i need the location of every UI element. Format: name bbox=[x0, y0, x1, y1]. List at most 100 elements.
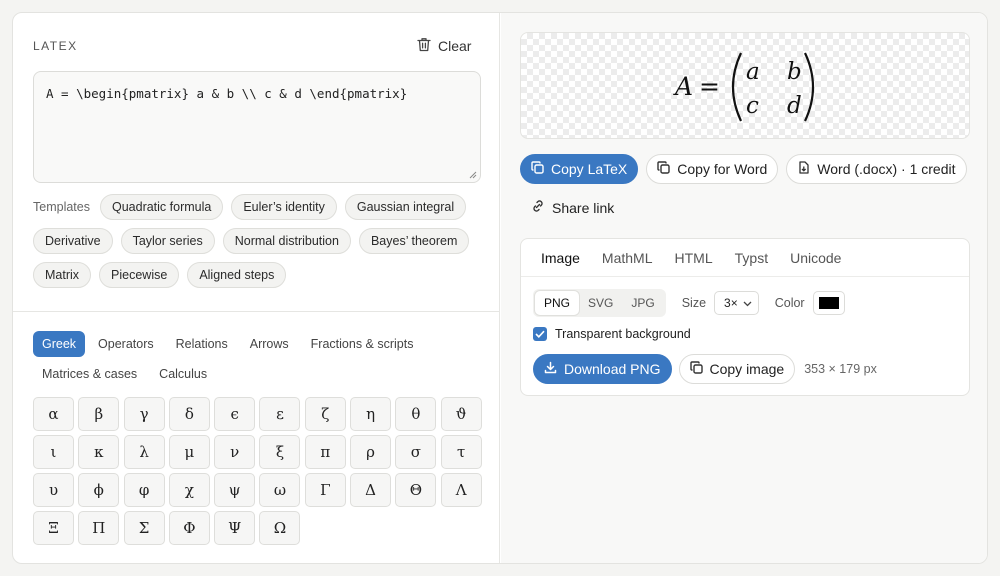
template-quadratic-formula[interactable]: Quadratic formula bbox=[99, 194, 224, 220]
category-tab-arrows[interactable]: Arrows bbox=[241, 331, 298, 357]
symbol-button[interactable]: δ bbox=[168, 397, 210, 431]
symbol-button[interactable]: ε bbox=[259, 397, 301, 431]
symbol-button[interactable]: Δ bbox=[350, 473, 392, 507]
symbol-button[interactable]: κ bbox=[78, 435, 120, 469]
category-tab-fractions-scripts[interactable]: Fractions & scripts bbox=[302, 331, 423, 357]
resize-grip-icon[interactable] bbox=[469, 171, 477, 179]
symbol-button[interactable]: χ bbox=[168, 473, 210, 507]
matrix-d: d bbox=[787, 93, 802, 119]
copy-latex-button[interactable]: Copy LaTeX bbox=[520, 154, 639, 184]
symbol-button[interactable]: Γ bbox=[304, 473, 346, 507]
tab-unicode[interactable]: Unicode bbox=[779, 239, 852, 276]
symbol-button[interactable]: γ bbox=[123, 397, 165, 431]
symbol-button[interactable]: ϑ bbox=[440, 397, 482, 431]
symbol-button[interactable]: Σ bbox=[123, 511, 165, 545]
copy-icon bbox=[531, 161, 544, 177]
symbol-button[interactable]: α bbox=[33, 397, 74, 431]
word-docx-button[interactable]: Word (.docx) · 1 credit bbox=[786, 154, 967, 184]
tab-image[interactable]: Image bbox=[530, 239, 591, 276]
copy-image-button[interactable]: Copy image bbox=[678, 354, 796, 384]
symbol-button[interactable]: μ bbox=[168, 435, 210, 469]
download-png-label: Download PNG bbox=[564, 361, 661, 377]
download-png-button[interactable]: Download PNG bbox=[533, 354, 672, 384]
section-divider bbox=[13, 311, 500, 312]
template-gaussian-integral[interactable]: Gaussian integral bbox=[344, 194, 467, 220]
category-tab-calculus[interactable]: Calculus bbox=[150, 361, 216, 387]
symbol-button[interactable]: τ bbox=[440, 435, 482, 469]
symbol-button[interactable]: Ξ bbox=[33, 511, 74, 545]
format-jpg[interactable]: JPG bbox=[622, 291, 663, 315]
color-picker[interactable] bbox=[812, 291, 845, 315]
symbol-button[interactable]: ζ bbox=[304, 397, 346, 431]
symbol-button[interactable]: Φ bbox=[168, 511, 210, 545]
template-matrix[interactable]: Matrix bbox=[33, 262, 92, 288]
format-selector: PNG SVG JPG bbox=[533, 289, 666, 317]
copy-icon bbox=[689, 361, 703, 377]
transparent-checkbox[interactable] bbox=[533, 327, 547, 341]
category-tab-relations[interactable]: Relations bbox=[167, 331, 237, 357]
template-eulers-identity[interactable]: Euler’s identity bbox=[231, 194, 337, 220]
latex-label: LATEX bbox=[33, 39, 78, 53]
copy-image-label: Copy image bbox=[709, 361, 785, 377]
size-value: 3× bbox=[724, 296, 738, 310]
symbol-button[interactable]: υ bbox=[33, 473, 74, 507]
copy-icon bbox=[657, 161, 670, 177]
share-link-button[interactable]: Share link bbox=[531, 199, 614, 216]
download-icon bbox=[544, 361, 557, 377]
category-tab-operators[interactable]: Operators bbox=[89, 331, 163, 357]
template-aligned-steps[interactable]: Aligned steps bbox=[187, 262, 287, 288]
symbol-button[interactable]: ψ bbox=[214, 473, 256, 507]
symbol-button[interactable]: ι bbox=[33, 435, 74, 469]
export-panel: Image MathML HTML Typst Unicode PNG SVG … bbox=[520, 238, 970, 396]
output-panel: A = a b c d Copy LaTeX Copy for Word Wor… bbox=[501, 13, 987, 563]
format-png[interactable]: PNG bbox=[535, 291, 580, 315]
symbol-button[interactable]: ϵ bbox=[214, 397, 256, 431]
symbol-button[interactable]: λ bbox=[123, 435, 165, 469]
action-buttons: Copy LaTeX Copy for Word Word (.docx) · … bbox=[520, 154, 967, 184]
category-tab-matrices-cases[interactable]: Matrices & cases bbox=[33, 361, 146, 387]
size-select[interactable]: 3× bbox=[714, 291, 759, 315]
equation-lhs: A bbox=[673, 72, 693, 101]
template-taylor-series[interactable]: Taylor series bbox=[120, 228, 215, 254]
template-normal-distribution[interactable]: Normal distribution bbox=[222, 228, 351, 254]
tab-typst[interactable]: Typst bbox=[724, 239, 779, 276]
template-derivative[interactable]: Derivative bbox=[33, 228, 113, 254]
color-swatch bbox=[818, 297, 839, 309]
left-paren bbox=[731, 52, 742, 122]
symbol-button[interactable]: ξ bbox=[259, 435, 301, 469]
trash-icon bbox=[417, 37, 431, 55]
symbol-button[interactable]: Λ bbox=[440, 473, 482, 507]
image-options: PNG SVG JPG Size 3× Color bbox=[533, 289, 845, 317]
symbol-button[interactable]: σ bbox=[395, 435, 437, 469]
symbol-button[interactable]: Π bbox=[78, 511, 120, 545]
clear-button[interactable]: Clear bbox=[417, 37, 471, 55]
symbol-button[interactable]: ω bbox=[259, 473, 301, 507]
template-piecewise[interactable]: Piecewise bbox=[99, 262, 180, 288]
matrix-a: a bbox=[746, 59, 760, 85]
category-tab-greek[interactable]: Greek bbox=[33, 331, 86, 357]
equation-equals: = bbox=[699, 72, 720, 101]
symbol-button[interactable]: η bbox=[350, 397, 392, 431]
template-bayes-theorem[interactable]: Bayes’ theorem bbox=[358, 228, 470, 254]
copy-for-word-button[interactable]: Copy for Word bbox=[646, 154, 779, 184]
format-svg[interactable]: SVG bbox=[579, 291, 622, 315]
symbol-button[interactable]: Θ bbox=[395, 473, 437, 507]
copy-for-word-label: Copy for Word bbox=[677, 161, 768, 177]
symbol-button[interactable]: π bbox=[304, 435, 346, 469]
symbol-button[interactable]: ν bbox=[214, 435, 256, 469]
symbol-button[interactable]: Ω bbox=[259, 511, 301, 545]
clear-label: Clear bbox=[438, 38, 472, 54]
symbol-button[interactable]: Ψ bbox=[214, 511, 256, 545]
tab-mathml[interactable]: MathML bbox=[591, 239, 664, 276]
transparent-option: Transparent background bbox=[533, 327, 691, 341]
share-link-label: Share link bbox=[552, 199, 615, 216]
matrix-b: b bbox=[787, 59, 802, 85]
symbol-button[interactable]: ϕ bbox=[78, 473, 120, 507]
symbol-button[interactable]: β bbox=[78, 397, 120, 431]
symbol-button[interactable]: θ bbox=[395, 397, 437, 431]
tab-html[interactable]: HTML bbox=[664, 239, 724, 276]
symbol-button[interactable]: φ bbox=[123, 473, 165, 507]
latex-input[interactable]: A = \begin{pmatrix} a & b \\ c & d \end{… bbox=[33, 71, 481, 183]
copy-latex-label: Copy LaTeX bbox=[551, 161, 628, 177]
symbol-button[interactable]: ρ bbox=[350, 435, 392, 469]
